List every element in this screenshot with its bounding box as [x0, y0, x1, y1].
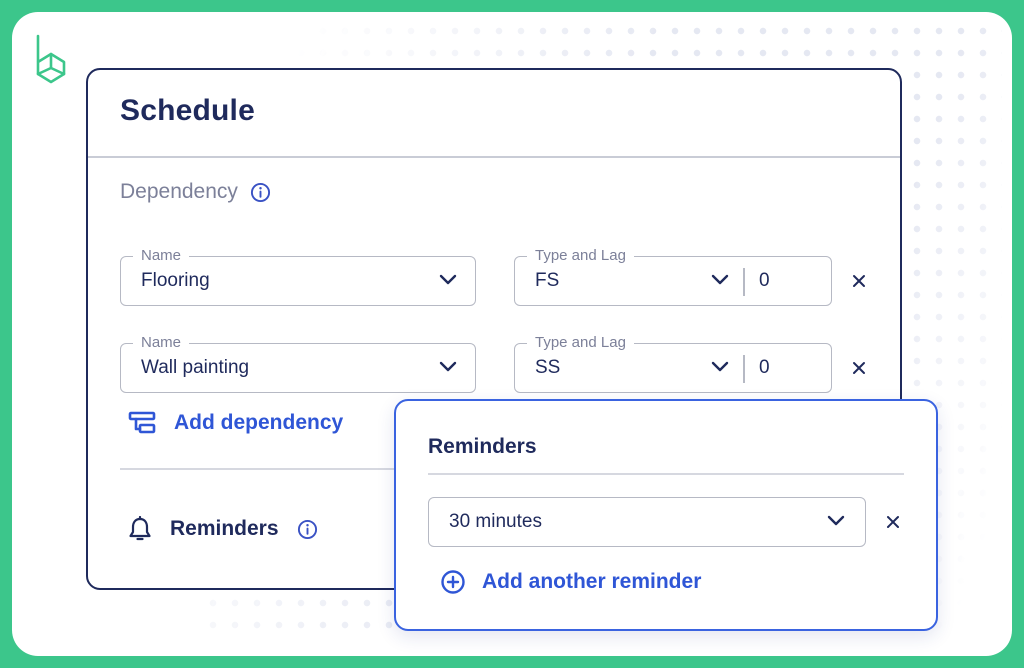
section-divider — [120, 468, 420, 470]
dependency-section-label: Dependency — [120, 180, 271, 204]
reminders-label: Reminders — [170, 517, 279, 540]
title-divider — [88, 156, 900, 158]
chevron-down-icon[interactable] — [711, 361, 729, 373]
dependency-icon — [128, 411, 156, 434]
popup-title: Reminders — [428, 435, 537, 458]
app-frame: Schedule Dependency Name Flooring Type a… — [12, 12, 1012, 656]
info-icon[interactable] — [250, 182, 271, 203]
close-icon[interactable] — [850, 359, 868, 377]
reminder-time-value: 30 minutes — [449, 511, 542, 532]
chevron-down-icon — [439, 274, 457, 285]
type-field-value[interactable]: SS — [535, 357, 560, 379]
add-another-reminder-label: Add another reminder — [482, 570, 702, 593]
info-icon[interactable] — [297, 519, 318, 540]
lag-input[interactable]: 0 — [759, 357, 770, 379]
name-field-label: Name — [133, 247, 190, 265]
card-title: Schedule — [120, 94, 255, 127]
add-dependency-label: Add dependency — [174, 411, 344, 434]
close-icon[interactable] — [884, 513, 902, 531]
add-dependency-button[interactable]: Add dependency — [128, 410, 343, 436]
name-field-value: Flooring — [141, 270, 210, 291]
field-separator — [743, 268, 745, 296]
type-lag-field-2[interactable]: Type and Lag SS 0 — [514, 334, 832, 393]
type-field-value[interactable]: FS — [535, 270, 559, 292]
dependency-label: Dependency — [120, 180, 238, 203]
bell-icon — [129, 516, 151, 541]
name-field-value: Wall painting — [141, 357, 250, 378]
reminders-section: Reminders — [128, 516, 318, 542]
lag-input[interactable]: 0 — [759, 270, 770, 292]
reminder-time-select[interactable]: 30 minutes — [428, 497, 866, 547]
close-icon[interactable] — [850, 272, 868, 290]
chevron-down-icon — [439, 361, 457, 372]
popup-divider — [428, 473, 904, 475]
dependency-name-select-1[interactable]: Name Flooring — [120, 247, 476, 306]
type-lag-field-1[interactable]: Type and Lag FS 0 — [514, 247, 832, 306]
dependency-name-select-2[interactable]: Name Wall painting — [120, 334, 476, 393]
type-lag-field-label: Type and Lag — [527, 334, 634, 352]
chevron-down-icon[interactable] — [711, 274, 729, 286]
name-field-label: Name — [133, 334, 190, 352]
reminders-popup: Reminders 30 minutes Add another reminde… — [394, 399, 938, 631]
logo-icon — [36, 34, 66, 84]
add-another-reminder-button[interactable]: Add another reminder — [440, 569, 701, 595]
field-separator — [743, 355, 745, 383]
type-lag-field-label: Type and Lag — [527, 247, 634, 265]
plus-circle-icon — [441, 570, 465, 594]
chevron-down-icon — [827, 515, 845, 526]
